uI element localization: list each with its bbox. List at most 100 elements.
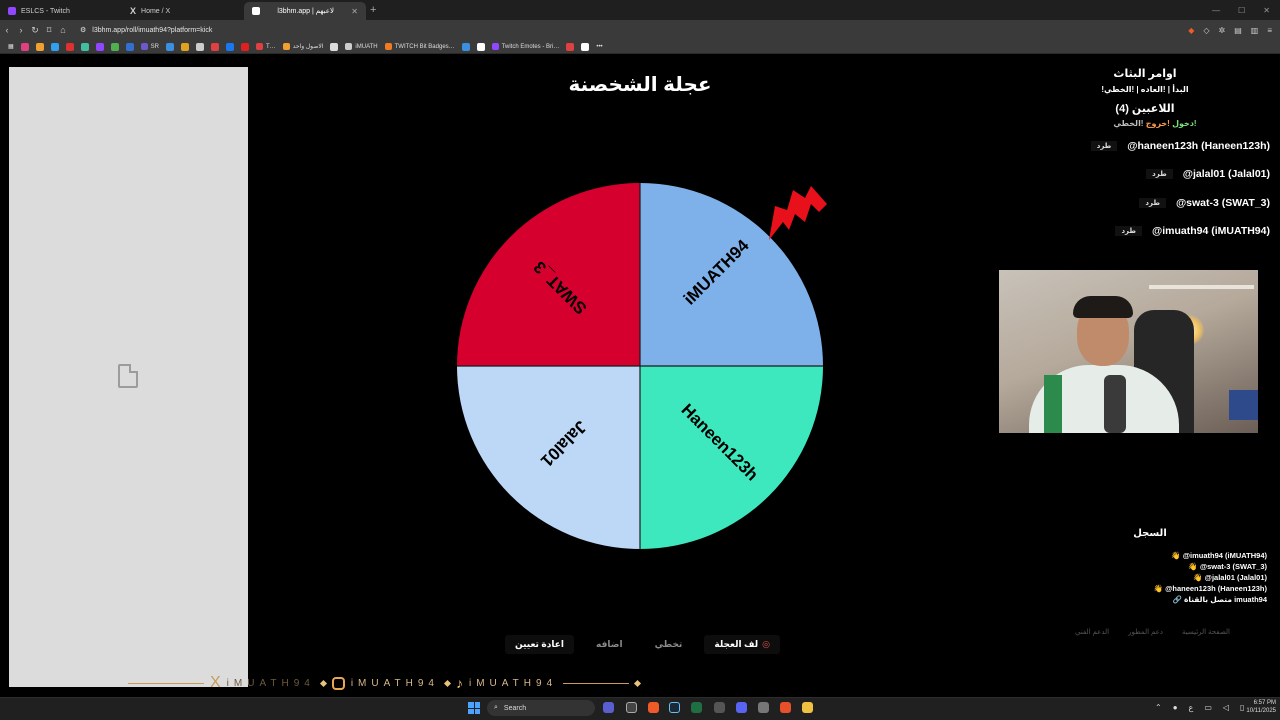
menu-icon[interactable]: ≡ [1267, 26, 1272, 35]
bookmark-favicon-icon [140, 43, 148, 50]
bookmark-favicon-icon [384, 43, 392, 50]
banner-handle: iMUATH94 [226, 677, 315, 689]
spin-icon: ◎ [762, 638, 770, 649]
skip-button[interactable]: تخطي [645, 635, 693, 654]
exit-command: !خروج [1145, 119, 1170, 128]
site-info-icon[interactable]: ⚙ [80, 26, 86, 34]
bookmark-item[interactable]: Twitch Emotes - Bri… [491, 43, 559, 50]
taskbar-app-icon[interactable] [603, 702, 614, 713]
kick-button[interactable]: طرد [1146, 169, 1173, 179]
apps-icon[interactable]: ▦ [8, 43, 14, 50]
settings-icon[interactable] [758, 702, 769, 713]
x-logo-icon: X [210, 674, 221, 691]
extension-icon[interactable]: ◇ [1203, 26, 1209, 35]
wallet-icon[interactable]: ▤ [1234, 26, 1242, 35]
bookmark-favicon-icon[interactable] [476, 42, 485, 51]
tiktok-icon: ♪ [455, 675, 463, 691]
reload-icon[interactable]: ↻ [28, 25, 42, 36]
support-developer-link[interactable]: دعم المطور [1128, 628, 1163, 636]
bookmark-favicon-icon[interactable] [20, 42, 29, 51]
bookmark-favicon-icon[interactable] [226, 42, 235, 51]
taskbar-app-icon[interactable] [714, 702, 725, 713]
bookmark-favicon-icon[interactable] [125, 42, 134, 51]
network-icon[interactable]: ▭ [1204, 703, 1212, 712]
browser-tab[interactable]: X Home / X [122, 2, 244, 20]
microphone-icon[interactable]: ● [1173, 703, 1178, 712]
bookmark-favicon-icon[interactable] [166, 42, 175, 51]
browser-tab-active[interactable]: l3bhm.app | لاعبهم ✕ [244, 2, 366, 20]
taskbar-app-icon[interactable] [626, 702, 637, 713]
bookmark-favicon-icon[interactable] [461, 42, 470, 51]
volume-icon[interactable]: ◁ [1223, 703, 1229, 712]
bookmark-favicon-icon[interactable] [241, 42, 250, 51]
bookmark-favicon-icon[interactable] [181, 42, 190, 51]
sidebar-icon[interactable]: ▥ [1251, 26, 1259, 35]
bookmark-favicon-icon[interactable] [581, 42, 590, 51]
close-tab-icon[interactable]: ✕ [351, 7, 358, 16]
minimize-icon[interactable]: — [1212, 6, 1220, 15]
bookmark-favicon-icon[interactable] [196, 42, 205, 51]
taskbar-app-icon[interactable] [691, 702, 702, 713]
maximize-icon[interactable]: ☐ [1238, 6, 1245, 15]
bookmark-icon[interactable]: ⌑ [42, 25, 56, 36]
spin-button[interactable]: ◎ لف العجلة [704, 634, 780, 654]
reset-button[interactable]: اعادة تعيين [505, 634, 574, 654]
players-title: اللاعبين (4) [1115, 103, 1175, 115]
bookmark-item[interactable]: SR [140, 43, 159, 50]
player-name: @swat-3 (SWAT_3) [1175, 197, 1270, 209]
more-bookmarks-icon[interactable]: ••• [596, 44, 602, 50]
bookmark-favicon-icon[interactable] [50, 42, 59, 51]
browser-tab[interactable]: ESLCS - Twitch [0, 2, 122, 20]
steam-icon[interactable] [669, 702, 680, 713]
browser-tab-bar: ESLCS - Twitch X Home / X l3bhm.app | لا… [0, 0, 1280, 20]
join-command: !دخول [1172, 119, 1197, 128]
bookmark-favicon-icon[interactable] [330, 42, 339, 51]
bookmark-favicon-icon[interactable] [110, 42, 119, 51]
show-hidden-icon[interactable]: ⌃ [1155, 703, 1162, 712]
bookmark-item[interactable]: TWITCH Bit Badges… [384, 43, 455, 50]
file-explorer-icon[interactable] [802, 702, 813, 713]
address-bar[interactable]: ⚙ l3bhm.app/roll/imuath94?platform=kick [80, 26, 212, 35]
bookmark-item[interactable]: T… [256, 43, 276, 50]
social-banner: X iMUATH94 iMUATH94 ♪ iMUATH94 [128, 674, 712, 692]
back-icon[interactable]: ‹ [0, 25, 14, 35]
x-logo-icon: X [130, 6, 137, 16]
home-link[interactable]: الصفحة الرئيسية [1182, 628, 1230, 636]
windows-start-icon[interactable] [468, 702, 480, 714]
add-button[interactable]: اضافه [586, 635, 633, 654]
shirt-stripe [1044, 375, 1062, 433]
bookmark-favicon-icon[interactable] [80, 42, 89, 51]
wheel-controls: ◎ لف العجلة تخطي اضافه اعادة تعيين [505, 634, 780, 654]
kick-button[interactable]: طرد [1115, 226, 1143, 236]
kick-button[interactable]: طرد [1090, 141, 1118, 151]
bookmark-item[interactable]: الاصول واحد [282, 43, 323, 50]
bookmark-favicon-icon[interactable] [95, 42, 104, 51]
bookmark-item[interactable]: iMUATH [345, 43, 378, 50]
clock-date: 10/11/2025 [1246, 708, 1276, 714]
close-window-icon[interactable]: ✕ [1263, 6, 1270, 15]
toolbar-right: ◆ ◇ ✲ ▤ ▥ ≡ [1188, 26, 1280, 35]
kick-button[interactable]: طرد [1139, 198, 1166, 208]
brave-shield-icon[interactable]: ◆ [1188, 26, 1194, 35]
bookmark-favicon-icon[interactable] [35, 42, 44, 51]
log-entry: 🔗 متصل بالقناة imuath94 [1172, 595, 1267, 604]
obs-icon[interactable] [780, 702, 791, 713]
extensions-icon[interactable]: ✲ [1219, 26, 1226, 35]
forward-icon[interactable]: › [14, 25, 28, 35]
language-indicator[interactable]: ع [1189, 703, 1194, 712]
discord-icon[interactable] [736, 702, 747, 713]
player-name: @jalal01 (Jalal01) [1182, 168, 1270, 180]
brave-icon[interactable] [648, 702, 659, 713]
streamer-commands-title: اوامر البثاث [1113, 68, 1177, 80]
taskbar-clock[interactable]: 6:57 PM 10/11/2025 [1236, 699, 1276, 715]
new-tab-button[interactable]: + [370, 4, 376, 16]
tech-support-link[interactable]: الدعم الفني [1075, 628, 1109, 636]
player-row: طرد @imuath94 (iMUATH94) [1080, 223, 1270, 239]
bookmark-favicon-icon[interactable] [211, 42, 220, 51]
home-icon[interactable]: ⌂ [56, 25, 70, 35]
banner-dot [634, 679, 642, 687]
tab-title: Home / X [141, 7, 171, 15]
bookmark-favicon-icon[interactable] [65, 42, 74, 51]
bookmark-favicon-icon[interactable] [566, 42, 575, 51]
taskbar-search[interactable]: ⌕ Search [487, 700, 595, 716]
